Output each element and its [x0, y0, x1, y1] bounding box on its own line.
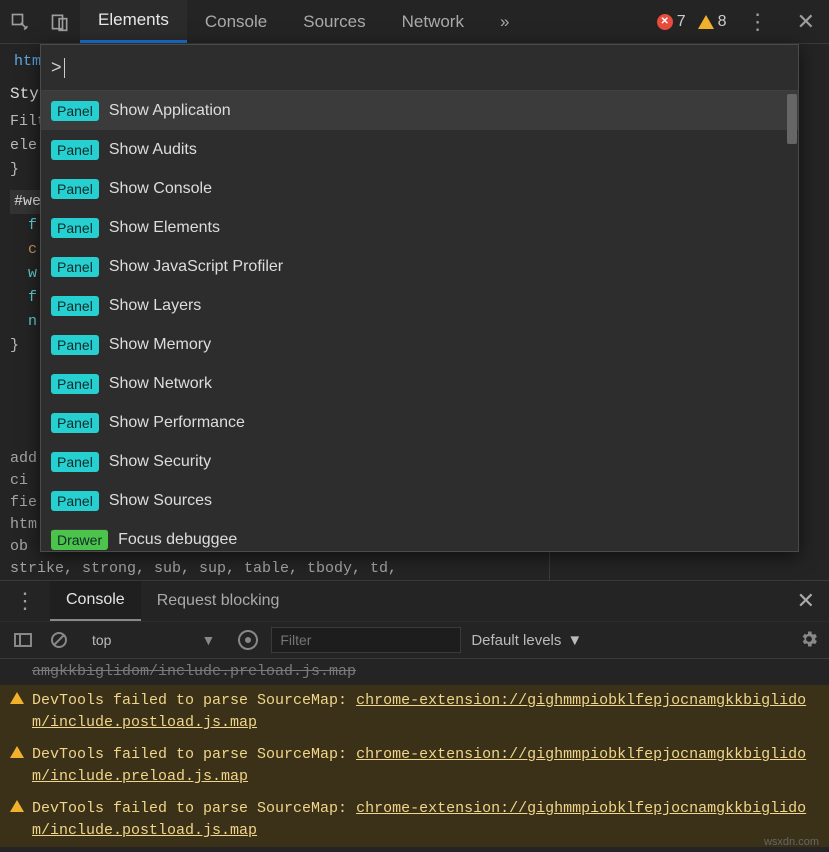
- command-item[interactable]: Panel Show Audits: [41, 130, 798, 169]
- live-expression-icon[interactable]: [235, 630, 261, 650]
- tab-console[interactable]: Console: [187, 0, 285, 43]
- command-input-row: >: [41, 45, 798, 91]
- console-message: DevTools failed to parse SourceMap: chro…: [0, 739, 829, 793]
- tab-sources[interactable]: Sources: [285, 0, 383, 43]
- command-category-pill: Panel: [51, 296, 99, 316]
- command-input[interactable]: [65, 58, 788, 78]
- command-item[interactable]: Panel Show Security: [41, 442, 798, 481]
- console-body: amgkkbiglidom/include.preload.js.mapDevT…: [0, 659, 829, 847]
- message-text: DevTools failed to parse SourceMap:: [32, 800, 356, 817]
- devtools-toolbar: ElementsConsoleSourcesNetwork » 7 8 ⋮ ✕: [0, 0, 829, 44]
- clear-console-icon[interactable]: [46, 631, 72, 649]
- command-category-pill: Panel: [51, 374, 99, 394]
- command-category-pill: Panel: [51, 413, 99, 433]
- inspect-element-icon[interactable]: [0, 0, 40, 43]
- command-label: Show Application: [109, 102, 231, 120]
- error-count: 7: [677, 13, 686, 31]
- console-message: DevTools failed to parse SourceMap: chro…: [0, 685, 829, 739]
- console-toolbar: top ▼ Default levels ▼: [0, 621, 829, 659]
- command-item[interactable]: Panel Show Console: [41, 169, 798, 208]
- error-icon: [657, 14, 673, 30]
- site-watermark: wsxdn.com: [764, 836, 819, 848]
- context-label: top: [92, 632, 111, 648]
- command-label: Show Performance: [109, 414, 245, 432]
- command-category-pill: Drawer: [51, 529, 108, 550]
- command-label: Show Console: [109, 180, 212, 198]
- message-text: DevTools failed to parse SourceMap:: [32, 692, 356, 709]
- command-category-pill: Panel: [51, 491, 99, 511]
- command-list: PanelShow ApplicationPanelShow AuditsPan…: [41, 91, 798, 551]
- drawer: ⋮ ConsoleRequest blocking ✕ top ▼ Defaul…: [0, 580, 829, 852]
- command-category-pill: Panel: [51, 101, 99, 121]
- command-category-pill: Panel: [51, 452, 99, 472]
- scrollbar-thumb[interactable]: [787, 94, 797, 144]
- command-item[interactable]: Panel Show Layers: [41, 286, 798, 325]
- command-label: Show Audits: [109, 141, 197, 159]
- settings-menu-icon[interactable]: ⋮: [733, 0, 783, 43]
- execution-context-select[interactable]: top ▼: [82, 632, 225, 648]
- drawer-tab-request-blocking[interactable]: Request blocking: [141, 581, 296, 621]
- command-category-pill: Panel: [51, 335, 99, 355]
- command-label: Show Layers: [109, 297, 202, 315]
- command-label: Show Sources: [109, 492, 212, 510]
- command-label: Show Elements: [109, 219, 220, 237]
- chevron-down-icon: ▼: [201, 632, 215, 648]
- console-prompt[interactable]: ❯: [0, 847, 829, 852]
- warning-icon: [10, 800, 24, 812]
- command-item[interactable]: Panel Show Application: [41, 91, 798, 130]
- command-label: Show JavaScript Profiler: [109, 258, 283, 276]
- console-filter-input[interactable]: [271, 627, 461, 653]
- device-toggle-icon[interactable]: [40, 0, 80, 43]
- levels-label: Default levels: [471, 632, 561, 649]
- command-label: Focus debuggee: [118, 531, 237, 549]
- warning-icon: [10, 692, 24, 704]
- drawer-menu-icon[interactable]: ⋮: [0, 581, 50, 621]
- message-text: DevTools failed to parse SourceMap:: [32, 746, 356, 763]
- panel-tabs-overflow[interactable]: »: [482, 0, 527, 43]
- command-item[interactable]: Panel Show Sources: [41, 481, 798, 520]
- tab-elements[interactable]: Elements: [80, 0, 187, 43]
- drawer-close-icon[interactable]: ✕: [783, 581, 829, 621]
- command-menu: > PanelShow ApplicationPanelShow AuditsP…: [40, 44, 799, 552]
- error-counter[interactable]: 7: [651, 0, 692, 43]
- panel-tabs: ElementsConsoleSourcesNetwork: [80, 0, 482, 43]
- command-item[interactable]: Panel Show Memory: [41, 325, 798, 364]
- warning-icon: [698, 15, 714, 29]
- command-category-pill: Panel: [51, 257, 99, 277]
- command-item[interactable]: Panel Show Elements: [41, 208, 798, 247]
- console-message: amgkkbiglidom/include.preload.js.map: [0, 659, 829, 685]
- command-prompt-glyph: >: [51, 57, 64, 78]
- command-item[interactable]: Panel Show Network: [41, 364, 798, 403]
- close-devtools-icon[interactable]: ✕: [783, 0, 829, 43]
- command-label: Show Security: [109, 453, 211, 471]
- log-levels-select[interactable]: Default levels ▼: [471, 632, 582, 649]
- command-scrollbar[interactable]: [786, 91, 798, 551]
- main-area: htm Sty Filte ele } #we f c w f n} add c…: [0, 44, 829, 580]
- command-category-pill: Panel: [51, 179, 99, 199]
- drawer-tab-console[interactable]: Console: [50, 581, 141, 621]
- warning-icon: [10, 746, 24, 758]
- command-label: Show Memory: [109, 336, 211, 354]
- warning-counter[interactable]: 8: [692, 0, 733, 43]
- chevron-down-icon: ▼: [567, 632, 582, 649]
- command-label: Show Network: [109, 375, 212, 393]
- drawer-tabs: ⋮ ConsoleRequest blocking ✕: [0, 581, 829, 621]
- command-item[interactable]: Drawer Focus debuggee: [41, 520, 798, 551]
- command-item[interactable]: Panel Show Performance: [41, 403, 798, 442]
- console-sidebar-toggle-icon[interactable]: [10, 633, 36, 647]
- console-settings-icon[interactable]: [799, 629, 819, 652]
- command-item[interactable]: Panel Show JavaScript Profiler: [41, 247, 798, 286]
- console-message: DevTools failed to parse SourceMap: chro…: [0, 793, 829, 847]
- warning-count: 8: [718, 13, 727, 31]
- tab-network[interactable]: Network: [384, 0, 482, 43]
- command-category-pill: Panel: [51, 218, 99, 238]
- command-category-pill: Panel: [51, 140, 99, 160]
